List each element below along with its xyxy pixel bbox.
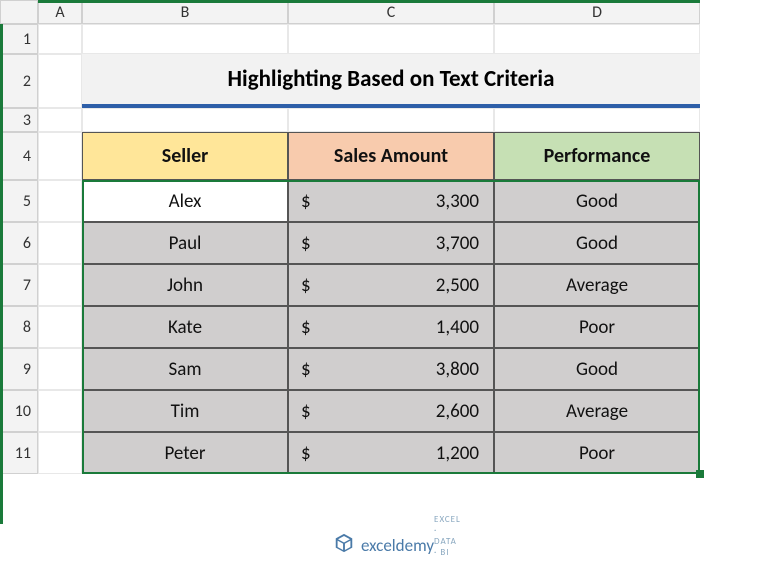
watermark-brand: exceldemy xyxy=(361,535,434,556)
cell-seller[interactable]: Paul xyxy=(82,222,288,264)
currency-symbol: $ xyxy=(301,190,311,213)
row-header-1[interactable]: 1 xyxy=(0,24,38,54)
select-all-corner[interactable] xyxy=(0,0,38,24)
header-amount[interactable]: Sales Amount xyxy=(288,132,494,180)
currency-symbol: $ xyxy=(301,316,311,339)
col-header-B[interactable]: B xyxy=(82,0,288,24)
cell-A3[interactable] xyxy=(38,108,82,132)
row-header-8[interactable]: 8 xyxy=(0,306,38,348)
cell-D1[interactable] xyxy=(494,24,700,54)
cell-amount[interactable]: $3,700 xyxy=(288,222,494,264)
cell-seller[interactable]: Kate xyxy=(82,306,288,348)
cell-B1[interactable] xyxy=(82,24,288,54)
cell-seller[interactable]: Tim xyxy=(82,390,288,432)
col-header-D[interactable]: D xyxy=(494,0,700,24)
cell-A2[interactable] xyxy=(38,54,82,108)
col-header-A[interactable]: A xyxy=(38,0,82,24)
amount-value: 1,400 xyxy=(436,316,479,339)
cell-performance[interactable]: Average xyxy=(494,264,700,306)
row-header-11[interactable]: 11 xyxy=(0,432,38,474)
cell-B3[interactable] xyxy=(82,108,288,132)
spreadsheet-grid: A B C D 1 2 Highlighting Based on Text C… xyxy=(0,0,767,474)
row-header-9[interactable]: 9 xyxy=(0,348,38,390)
cell-performance[interactable]: Good xyxy=(494,180,700,222)
cell-A4[interactable] xyxy=(38,132,82,180)
cell-C3[interactable] xyxy=(288,108,494,132)
currency-symbol: $ xyxy=(301,232,311,255)
row-header-5[interactable]: 5 xyxy=(0,180,38,222)
cell-A8[interactable] xyxy=(38,306,82,348)
col-header-C[interactable]: C xyxy=(288,0,494,24)
header-performance[interactable]: Performance xyxy=(494,132,700,180)
cell-A9[interactable] xyxy=(38,348,82,390)
cell-amount[interactable]: $1,200 xyxy=(288,432,494,474)
cell-D3[interactable] xyxy=(494,108,700,132)
cell-A10[interactable] xyxy=(38,390,82,432)
cell-amount[interactable]: $1,400 xyxy=(288,306,494,348)
currency-symbol: $ xyxy=(301,274,311,297)
cell-performance[interactable]: Poor xyxy=(494,306,700,348)
row-header-10[interactable]: 10 xyxy=(0,390,38,432)
amount-value: 2,500 xyxy=(436,274,479,297)
cell-C1[interactable] xyxy=(288,24,494,54)
watermark-logo: exceldemy EXCEL · DATA · BI xyxy=(0,532,767,559)
watermark-tagline: EXCEL · DATA · BI xyxy=(434,514,461,558)
row-header-4[interactable]: 4 xyxy=(0,132,38,180)
title-merged-cell[interactable]: Highlighting Based on Text Criteria xyxy=(82,54,700,108)
cell-seller[interactable]: Sam xyxy=(82,348,288,390)
cell-seller[interactable]: Peter xyxy=(82,432,288,474)
amount-value: 1,200 xyxy=(436,442,479,465)
amount-value: 2,600 xyxy=(436,400,479,423)
cube-icon xyxy=(333,532,355,559)
cell-A1[interactable] xyxy=(38,24,82,54)
row-header-3[interactable]: 3 xyxy=(0,108,38,132)
header-seller[interactable]: Seller xyxy=(82,132,288,180)
row-header-2[interactable]: 2 xyxy=(0,54,38,108)
cell-performance[interactable]: Good xyxy=(494,348,700,390)
cell-seller[interactable]: John xyxy=(82,264,288,306)
currency-symbol: $ xyxy=(301,400,311,423)
cell-A6[interactable] xyxy=(38,222,82,264)
cell-amount[interactable]: $3,800 xyxy=(288,348,494,390)
row-header-7[interactable]: 7 xyxy=(0,264,38,306)
cell-A5[interactable] xyxy=(38,180,82,222)
currency-symbol: $ xyxy=(301,442,311,465)
currency-symbol: $ xyxy=(301,358,311,381)
row-header-6[interactable]: 6 xyxy=(0,222,38,264)
cell-amount[interactable]: $2,600 xyxy=(288,390,494,432)
cell-A11[interactable] xyxy=(38,432,82,474)
cell-amount[interactable]: $2,500 xyxy=(288,264,494,306)
cell-performance[interactable]: Poor xyxy=(494,432,700,474)
cell-performance[interactable]: Average xyxy=(494,390,700,432)
amount-value: 3,300 xyxy=(436,190,479,213)
cell-A7[interactable] xyxy=(38,264,82,306)
amount-value: 3,800 xyxy=(436,358,479,381)
cell-amount[interactable]: $3,300 xyxy=(288,180,494,222)
amount-value: 3,700 xyxy=(436,232,479,255)
cell-seller[interactable]: Alex xyxy=(82,180,288,222)
cell-performance[interactable]: Good xyxy=(494,222,700,264)
